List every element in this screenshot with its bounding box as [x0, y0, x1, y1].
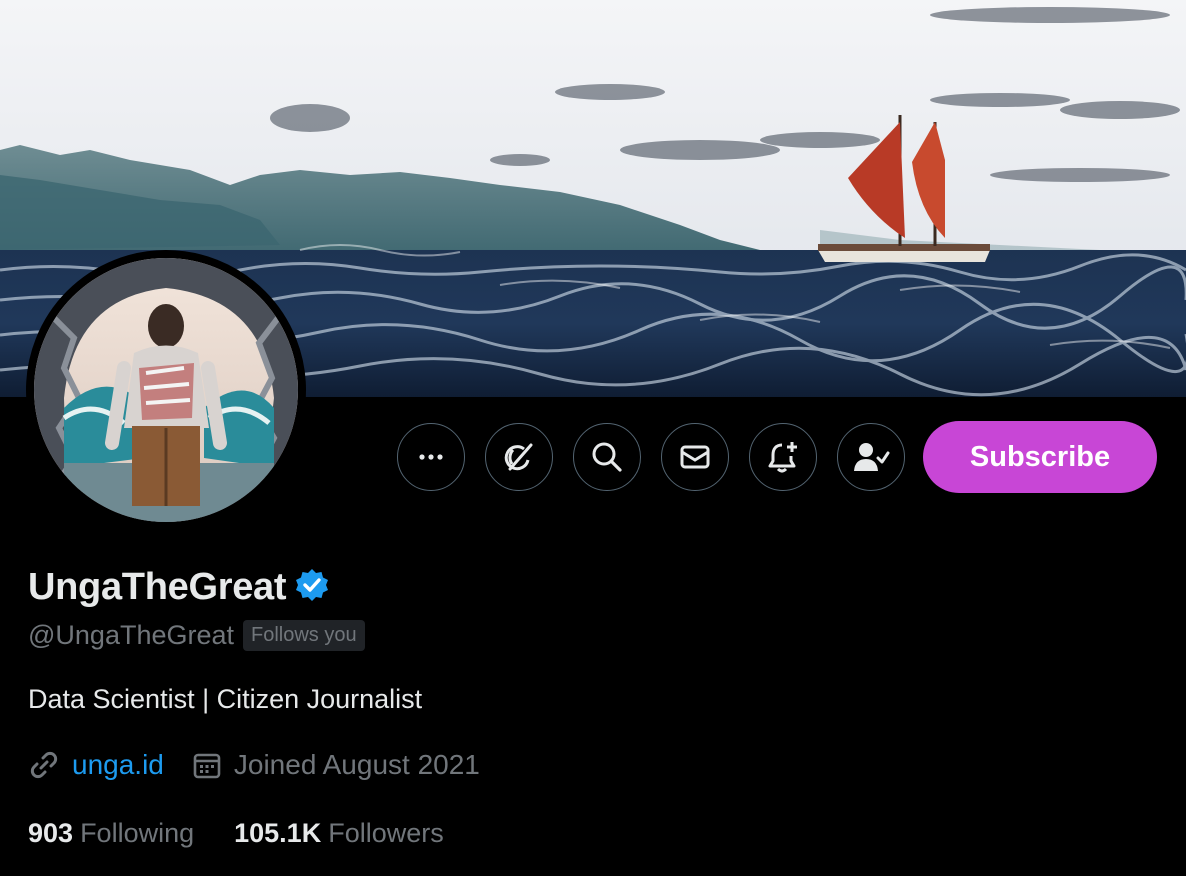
notifications-button[interactable]	[749, 423, 817, 491]
following-label: Following	[80, 818, 195, 848]
profile-bio: Data Scientist | Citizen Journalist	[28, 684, 423, 714]
profile-website-link[interactable]: unga.id	[72, 749, 164, 781]
search-profile-button[interactable]	[573, 423, 641, 491]
profile-meta: unga.id Joined August 2021	[28, 749, 480, 781]
verified-badge-icon	[294, 567, 330, 608]
message-icon	[678, 440, 712, 474]
user-handle: @UngaTheGreat	[28, 620, 235, 650]
following-stat[interactable]: 903 Following	[28, 818, 194, 849]
grok-icon	[502, 440, 536, 474]
profile-avatar[interactable]	[26, 250, 306, 530]
follows-you-badge: Follows you	[243, 620, 365, 651]
more-button[interactable]	[397, 423, 465, 491]
message-button[interactable]	[661, 423, 729, 491]
profile-actions: Subscribe	[397, 421, 1157, 493]
search-icon	[590, 440, 624, 474]
following-count: 903	[28, 818, 74, 848]
subscribe-button[interactable]: Subscribe	[923, 421, 1157, 493]
calendar-icon	[192, 750, 222, 780]
notification-bell-icon	[765, 439, 801, 475]
following-button[interactable]	[837, 423, 905, 491]
more-icon	[416, 442, 446, 472]
followers-stat[interactable]: 105.1K Followers	[234, 818, 444, 849]
followers-label: Followers	[328, 818, 444, 848]
following-icon	[852, 439, 890, 475]
profile-stats: 903 Following 105.1K Followers	[28, 818, 444, 849]
profile-name-row: UngaTheGreat	[28, 566, 330, 609]
followers-count: 105.1K	[234, 818, 322, 848]
grok-button[interactable]	[485, 423, 553, 491]
joined-date: Joined August 2021	[233, 749, 480, 780]
handle-row: @UngaTheGreat Follows you	[28, 620, 365, 651]
display-name: UngaTheGreat	[28, 566, 287, 608]
link-icon	[28, 749, 60, 781]
